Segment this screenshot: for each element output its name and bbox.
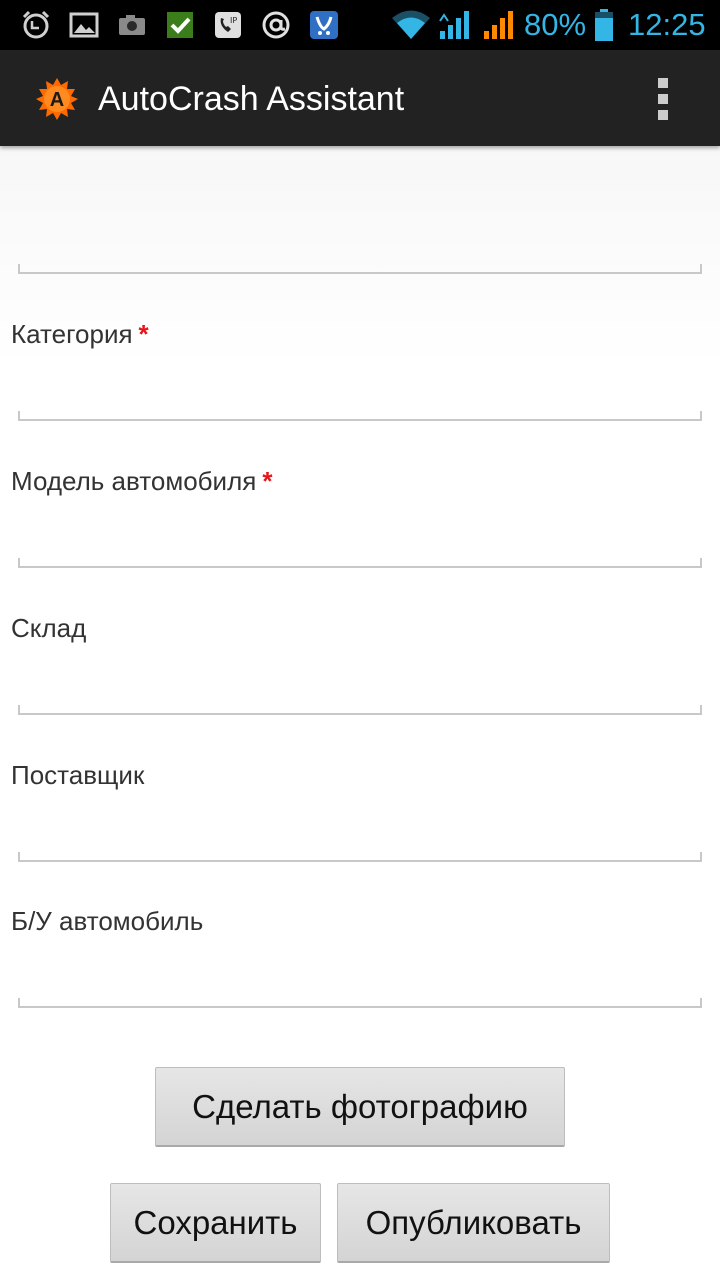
category-label-text: Категория	[11, 319, 133, 349]
car-model-input[interactable]	[24, 511, 694, 557]
supplier-input-underline	[18, 852, 702, 862]
action-bar: A AutoCrash Assistant	[0, 50, 720, 146]
signal-icon	[439, 11, 469, 39]
warehouse-label: Склад	[11, 613, 87, 643]
car-model-label-text: Модель автомобиля	[11, 466, 257, 496]
image-icon	[69, 12, 99, 38]
app-logo-letter: A	[50, 89, 64, 111]
warehouse-input[interactable]	[24, 658, 694, 704]
camera-icon	[119, 15, 145, 35]
used-car-input[interactable]	[24, 951, 694, 997]
app-logo-icon[interactable]: A	[36, 78, 78, 120]
warehouse-input-underline	[18, 705, 702, 715]
signal-icon	[484, 11, 513, 39]
used-car-input-underline	[18, 998, 702, 1008]
used-car-label: Б/У автомобиль	[11, 906, 204, 936]
alarm-icon	[22, 10, 50, 39]
clock: 12:25	[628, 7, 706, 42]
battery-percent: 80%	[524, 7, 587, 42]
car-model-label: Модель автомобиля *	[11, 465, 272, 497]
top-input[interactable]	[24, 218, 694, 264]
category-input-underline	[18, 411, 702, 421]
supplier-label: Поставщик	[11, 760, 145, 790]
category-label: Категория *	[11, 318, 149, 350]
status-bar: IP 80% 12:25	[0, 0, 720, 50]
top-input-underline	[18, 264, 702, 274]
overflow-dot	[658, 94, 668, 104]
chat-app-icon	[310, 11, 338, 39]
overflow-dot	[658, 78, 668, 88]
publish-button[interactable]: Опубликовать	[337, 1183, 610, 1263]
save-button[interactable]: Сохранить	[110, 1183, 321, 1263]
overflow-menu-button[interactable]	[640, 72, 688, 124]
take-photo-button[interactable]: Сделать фотографию	[155, 1067, 565, 1147]
required-mark: *	[262, 466, 273, 496]
battery-icon	[595, 9, 613, 41]
wifi-icon	[392, 10, 430, 39]
checkbox-icon	[167, 12, 193, 38]
required-mark: *	[138, 319, 149, 349]
app-title: AutoCrash Assistant	[98, 80, 405, 118]
car-model-input-underline	[18, 558, 702, 568]
svg-text:IP: IP	[230, 16, 237, 25]
sip-call-icon: IP	[215, 12, 241, 38]
category-input[interactable]	[24, 364, 694, 410]
overflow-dot	[658, 110, 668, 120]
at-sign-icon	[262, 11, 290, 39]
supplier-input[interactable]	[24, 805, 694, 851]
